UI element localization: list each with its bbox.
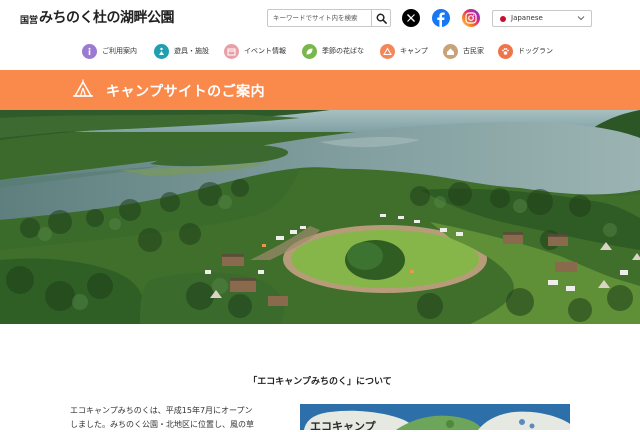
page-title: キャンプサイトのご案内 [106, 84, 266, 100]
camp-map-illustration: エコキャンプ [300, 404, 570, 430]
nav-item-guide[interactable]: ご利用案内 [82, 42, 137, 60]
house-icon [443, 43, 458, 59]
facebook-icon[interactable] [432, 9, 450, 27]
nav-label: 季節の花ばな [322, 47, 364, 55]
search-icon [376, 13, 387, 24]
nav-item-old-house[interactable]: 古民家 [443, 42, 484, 60]
nav-label: キャンプ [400, 47, 428, 55]
main-nav: ご利用案内 遊具・施設 イベント情報 季節の花ばな キャンプ 古民家 ドッグラン [80, 42, 560, 60]
nav-item-dog-run[interactable]: ドッグラン [498, 42, 553, 60]
map-label: エコキャンプ [310, 419, 377, 430]
calendar-icon [224, 43, 239, 59]
x-icon[interactable] [402, 9, 420, 27]
info-icon [82, 43, 97, 59]
nav-item-facilities[interactable]: 遊具・施設 [154, 42, 209, 60]
site-logo[interactable]: 国営 みちのく杜の湖畔公園 [20, 9, 175, 27]
site-search [267, 9, 391, 27]
tent-icon [380, 43, 395, 59]
intro-line: エコキャンプみちのくは、平成15年7月にオープン [70, 406, 253, 415]
nav-label: イベント情報 [244, 47, 286, 55]
nav-label: ご利用案内 [102, 47, 137, 55]
logo-title: みちのく杜の湖畔公園 [39, 10, 175, 26]
playground-icon [154, 43, 169, 59]
nav-label: 遊具・施設 [174, 47, 209, 55]
nav-label: 古民家 [463, 47, 484, 55]
page-banner: キャンプサイトのご案内 [0, 70, 640, 110]
search-input[interactable] [268, 10, 372, 26]
nav-item-flowers[interactable]: 季節の花ばな [302, 42, 364, 60]
intro-text: エコキャンプみちのくは、平成15年7月にオープン しました。みちのく公園・北地区… [70, 404, 280, 432]
section-title: 「エコキャンプみちのく」について [248, 377, 392, 387]
chevron-down-icon [577, 16, 585, 21]
nav-label: ドッグラン [518, 47, 553, 55]
language-select[interactable]: Japanese [492, 10, 592, 27]
instagram-icon[interactable] [462, 9, 480, 27]
tent-icon [73, 79, 93, 97]
logo-prefix: 国営 [20, 16, 39, 26]
leaf-icon [302, 43, 317, 59]
hero-campsite-photo [0, 110, 640, 324]
nav-item-events[interactable]: イベント情報 [224, 42, 286, 60]
search-button[interactable] [371, 10, 390, 26]
site-header: 国営 みちのく杜の湖畔公園 Japanese [0, 0, 640, 36]
nav-item-camp[interactable]: キャンプ [380, 42, 428, 60]
paw-icon [498, 43, 513, 59]
japan-flag-icon [500, 16, 506, 22]
language-label: Japanese [511, 14, 543, 22]
